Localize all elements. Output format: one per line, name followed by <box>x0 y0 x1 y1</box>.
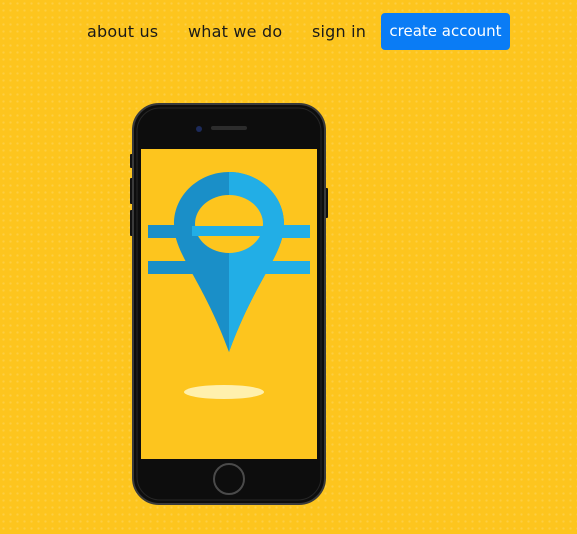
pin-hole <box>195 195 263 253</box>
nav-sign-in-link[interactable]: sign in <box>312 22 366 41</box>
pin-bar-bottom-right <box>253 261 310 274</box>
smartphone-icon <box>130 103 328 505</box>
pin-bar-bottom-left <box>148 261 205 274</box>
pin-ground-shadow <box>184 385 264 399</box>
phone-speaker <box>211 126 247 130</box>
create-account-button[interactable]: create account <box>381 13 510 50</box>
hero-illustration <box>128 102 330 506</box>
top-navigation: about us what we do sign in create accou… <box>0 13 577 51</box>
pin-center-bar <box>192 226 266 236</box>
nav-what-we-do-link[interactable]: what we do <box>188 22 282 41</box>
front-camera <box>196 126 202 132</box>
nav-about-us-link[interactable]: about us <box>87 22 158 41</box>
home-button <box>213 463 245 495</box>
